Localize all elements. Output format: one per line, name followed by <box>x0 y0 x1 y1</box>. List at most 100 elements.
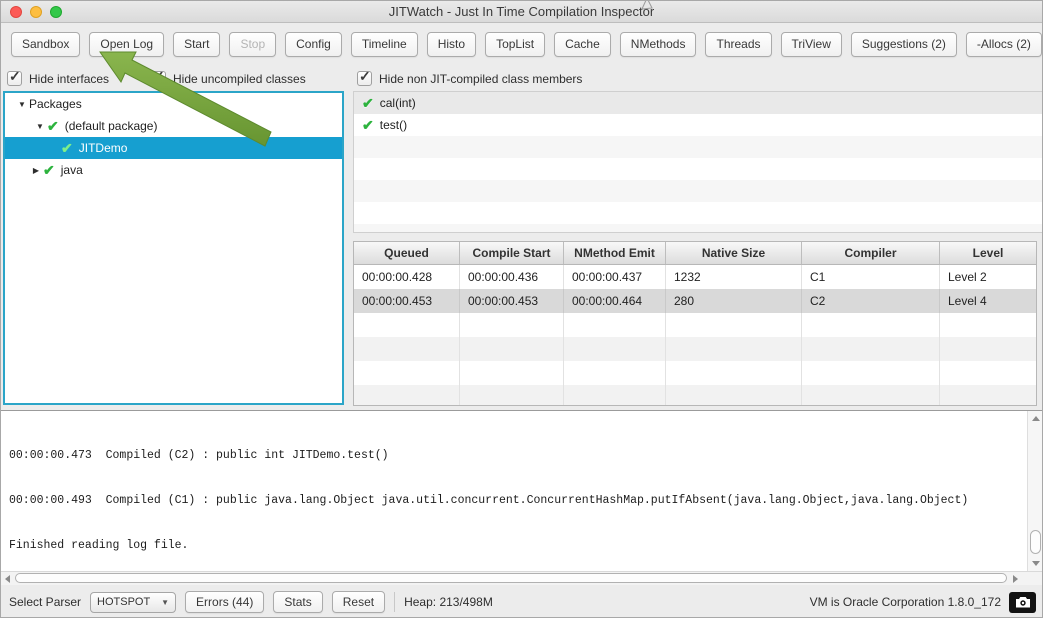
log-line: 00:00:00.473 Compiled (C2) : public int … <box>9 448 1024 463</box>
compiled-check-icon: ✔ <box>362 96 374 110</box>
cell-level: Level 2 <box>940 265 1036 289</box>
tree-item-jitdemo[interactable]: ✔ JITDemo <box>5 137 342 159</box>
tree-item-packages[interactable]: ▼ Packages <box>5 93 342 115</box>
column-header-queued[interactable]: Queued <box>354 242 460 264</box>
tree-item-label: java <box>61 163 83 177</box>
cell-level: Level 4 <box>940 289 1036 313</box>
scroll-down-icon[interactable] <box>1032 561 1040 566</box>
start-button[interactable]: Start <box>173 32 220 57</box>
empty-list-rows <box>354 136 1043 233</box>
column-header-compile-start[interactable]: Compile Start <box>460 242 564 264</box>
compiled-check-icon: ✔ <box>47 119 59 133</box>
tree-item-label: (default package) <box>65 119 158 133</box>
log-output-area[interactable]: 00:00:00.473 Compiled (C2) : public int … <box>1 410 1043 571</box>
nmethods-button[interactable]: NMethods <box>620 32 697 57</box>
cell-nmethod-emit: 00:00:00.464 <box>564 289 666 313</box>
horizontal-scroll-thumb[interactable] <box>15 573 1007 583</box>
triview-button[interactable]: TriView <box>781 32 842 57</box>
scroll-left-icon[interactable] <box>5 575 10 583</box>
allocs-button[interactable]: -Allocs (2) <box>966 32 1042 57</box>
errors-button[interactable]: Errors (44) <box>185 591 264 613</box>
cell-compiler: C1 <box>802 265 940 289</box>
collapse-arrow-icon[interactable]: ▼ <box>33 122 47 131</box>
heap-label: Heap: 213/498M <box>404 595 493 609</box>
column-header-level[interactable]: Level <box>940 242 1036 264</box>
sandbox-button[interactable]: Sandbox <box>11 32 80 57</box>
compiled-check-icon: ✔ <box>43 163 55 177</box>
member-item-test[interactable]: ✔ test() <box>354 114 1043 136</box>
config-button[interactable]: Config <box>285 32 342 57</box>
threads-button[interactable]: Threads <box>705 32 771 57</box>
compiled-check-icon: ✔ <box>362 118 374 132</box>
scroll-up-icon[interactable] <box>1032 416 1040 421</box>
table-header-row: Queued Compile Start NMethod Emit Native… <box>354 242 1036 265</box>
package-tree[interactable]: ▼ Packages ▼ ✔ (default package) ✔ JITDe… <box>3 91 344 405</box>
title-bar: JITWatch - Just In Time Compilation Insp… <box>1 1 1042 23</box>
timeline-button[interactable]: Timeline <box>351 32 418 57</box>
empty-table-row <box>354 313 1036 337</box>
parser-select[interactable]: HOTSPOT ▼ <box>90 592 176 613</box>
main-toolbar: Sandbox Open Log Start Stop Config Timel… <box>1 23 1042 65</box>
tree-item-java[interactable]: ▶ ✔ java <box>5 159 342 181</box>
open-log-button[interactable]: Open Log <box>89 32 164 57</box>
camera-icon <box>1015 596 1031 608</box>
parser-value: HOTSPOT <box>97 596 150 608</box>
class-members-list[interactable]: ✔ cal(int) ✔ test() <box>353 91 1043 233</box>
toplist-button[interactable]: TopList <box>485 32 545 57</box>
stats-button[interactable]: Stats <box>273 591 322 613</box>
member-label: test() <box>380 118 407 132</box>
member-item-cal[interactable]: ✔ cal(int) <box>354 92 1043 114</box>
table-row[interactable]: 00:00:00.453 00:00:00.453 00:00:00.464 2… <box>354 289 1036 313</box>
compilations-table[interactable]: Queued Compile Start NMethod Emit Native… <box>353 241 1037 406</box>
reset-button[interactable]: Reset <box>332 591 385 613</box>
window-title: JITWatch - Just In Time Compilation Insp… <box>1 4 1042 19</box>
cell-compile-start: 00:00:00.453 <box>460 289 564 313</box>
compiled-check-icon: ✔ <box>61 141 73 155</box>
empty-table-row <box>354 385 1036 406</box>
column-header-native-size[interactable]: Native Size <box>666 242 802 264</box>
tree-item-default-package[interactable]: ▼ ✔ (default package) <box>5 115 342 137</box>
expand-arrow-icon[interactable]: ▶ <box>29 166 43 175</box>
select-parser-label: Select Parser <box>9 595 81 609</box>
cell-compiler: C2 <box>802 289 940 313</box>
hide-interfaces-filter[interactable]: ✓ Hide interfaces <box>7 71 109 86</box>
vm-label: VM is Oracle Corporation 1.8.0_172 <box>810 595 1001 609</box>
histo-button[interactable]: Histo <box>427 32 476 57</box>
hide-non-jit-checkbox[interactable]: ✓ <box>357 71 372 86</box>
collapse-arrow-icon[interactable]: ▼ <box>15 100 29 109</box>
member-label: cal(int) <box>380 96 416 110</box>
hide-non-jit-filter[interactable]: ✓ Hide non JIT-compiled class members <box>357 71 582 86</box>
screenshot-button[interactable] <box>1009 592 1036 613</box>
checkmark-icon: ✓ <box>153 68 165 85</box>
checkmark-icon: ✓ <box>9 68 21 85</box>
cell-queued: 00:00:00.453 <box>354 289 460 313</box>
horizontal-scrollbar[interactable] <box>1 571 1043 585</box>
cell-queued: 00:00:00.428 <box>354 265 460 289</box>
scroll-right-icon[interactable] <box>1013 575 1018 583</box>
hide-uncompiled-filter[interactable]: ✓ Hide uncompiled classes <box>151 71 306 86</box>
cell-nmethod-emit: 00:00:00.437 <box>564 265 666 289</box>
hide-interfaces-label: Hide interfaces <box>29 72 109 86</box>
tree-item-label: Packages <box>29 97 82 111</box>
table-row[interactable]: 00:00:00.428 00:00:00.436 00:00:00.437 1… <box>354 265 1036 289</box>
hide-interfaces-checkbox[interactable]: ✓ <box>7 71 22 86</box>
vertical-scroll-thumb[interactable] <box>1030 530 1041 554</box>
hide-non-jit-label: Hide non JIT-compiled class members <box>379 72 582 86</box>
log-line: Finished reading log file. <box>9 538 1024 553</box>
tree-item-label: JITDemo <box>79 141 128 155</box>
column-header-compiler[interactable]: Compiler <box>802 242 940 264</box>
jitwatch-window: JITWatch - Just In Time Compilation Insp… <box>0 0 1043 618</box>
cell-compile-start: 00:00:00.436 <box>460 265 564 289</box>
checkmark-icon: ✓ <box>359 68 371 85</box>
divider <box>394 592 395 612</box>
cell-native-size: 1232 <box>666 265 802 289</box>
vertical-scrollbar[interactable] <box>1027 411 1043 571</box>
suggestions-button[interactable]: Suggestions (2) <box>851 32 957 57</box>
empty-table-row <box>354 337 1036 361</box>
hide-uncompiled-checkbox[interactable]: ✓ <box>151 71 166 86</box>
column-header-nmethod-emit[interactable]: NMethod Emit <box>564 242 666 264</box>
status-bar: Select Parser HOTSPOT ▼ Errors (44) Stat… <box>1 585 1043 618</box>
cache-button[interactable]: Cache <box>554 32 611 57</box>
stop-button: Stop <box>229 32 276 57</box>
cell-native-size: 280 <box>666 289 802 313</box>
